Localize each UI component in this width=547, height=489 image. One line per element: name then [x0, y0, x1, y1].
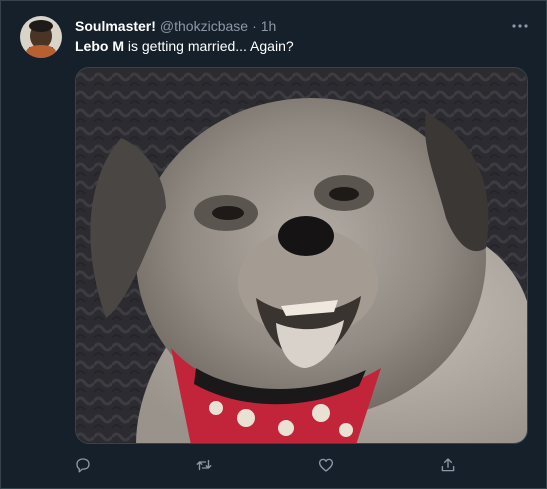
reply-button[interactable] [73, 453, 93, 477]
tweet-card[interactable]: Soulmaster! @thokzicbase · 1h Lebo M is … [0, 0, 547, 489]
tweet-header: Soulmaster! @thokzicbase · 1h [75, 16, 276, 36]
separator-dot: · [252, 18, 257, 34]
more-icon [512, 24, 528, 28]
share-icon [441, 458, 455, 472]
avatar[interactable] [20, 16, 62, 58]
like-button[interactable] [316, 453, 336, 477]
author-handle[interactable]: @thokzicbase [160, 18, 248, 34]
retweet-icon [196, 459, 212, 471]
tweet-text-bold: Lebo M [75, 38, 124, 54]
tweet-actions [1, 453, 547, 477]
tweet-text-body: is getting married... Again? [124, 38, 294, 54]
tweet-media-image[interactable] [75, 67, 528, 444]
like-icon [318, 458, 334, 472]
reply-icon [76, 458, 90, 473]
share-button[interactable] [438, 453, 458, 477]
tweet-timestamp[interactable]: 1h [261, 18, 277, 34]
dog-photo [76, 68, 527, 443]
author-name[interactable]: Soulmaster! [75, 18, 156, 34]
avatar-image [20, 16, 62, 58]
tweet-text: Lebo M is getting married... Again? [75, 38, 294, 54]
retweet-button[interactable] [194, 453, 214, 477]
more-options-button[interactable] [508, 16, 532, 36]
